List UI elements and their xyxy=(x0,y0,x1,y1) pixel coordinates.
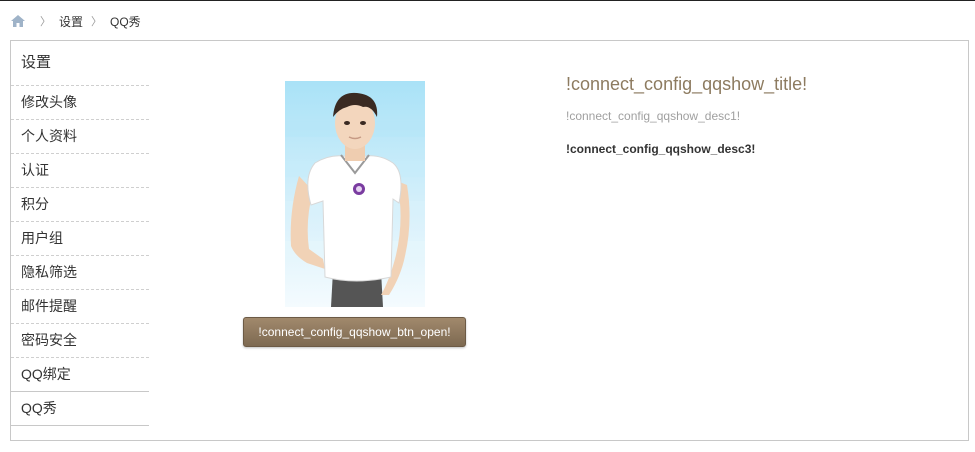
qqshow-description: !connect_config_qqshow_desc1! xyxy=(566,109,741,123)
qqshow-avatar-image xyxy=(285,81,425,307)
breadcrumb-settings-link[interactable]: 设置 xyxy=(59,13,83,30)
top-border xyxy=(0,0,975,1)
sidebar-title: 设置 xyxy=(11,41,149,86)
qqshow-title: !connect_config_qqshow_title! xyxy=(566,74,808,94)
sidebar-item-avatar[interactable]: 修改头像 xyxy=(11,86,149,120)
sidebar-item-verify[interactable]: 认证 xyxy=(11,154,149,188)
sidebar-item-profile[interactable]: 个人资料 xyxy=(11,120,149,154)
sidebar-item-usergroup[interactable]: 用户组 xyxy=(11,222,149,256)
qqshow-info: !connect_config_qqshow_title! !connect_c… xyxy=(566,72,956,157)
sidebar-item-password[interactable]: 密码安全 xyxy=(11,324,149,358)
qqshow-description-bold: !connect_config_qqshow_desc3! xyxy=(566,142,756,156)
home-icon[interactable] xyxy=(10,13,26,29)
sidebar-item-credits[interactable]: 积分 xyxy=(11,188,149,222)
sidebar-item-privacy[interactable]: 隐私筛选 xyxy=(11,256,149,290)
sidebar-item-email[interactable]: 邮件提醒 xyxy=(11,290,149,324)
settings-sidebar: 设置 修改头像 个人资料 认证 积分 用户组 隐私筛选 邮件提醒 密码安全 QQ… xyxy=(11,41,149,426)
breadcrumb: 〉 设置 〉 QQ秀 xyxy=(10,11,141,31)
breadcrumb-separator: 〉 xyxy=(40,16,51,28)
open-qqshow-button[interactable]: !connect_config_qqshow_btn_open! xyxy=(243,317,466,347)
sidebar-item-qqshow[interactable]: QQ秀 xyxy=(11,392,149,426)
breadcrumb-current: QQ秀 xyxy=(110,14,141,29)
sidebar-item-qq-bind[interactable]: QQ绑定 xyxy=(11,358,149,392)
main-panel: 设置 修改头像 个人资料 认证 积分 用户组 隐私筛选 邮件提醒 密码安全 QQ… xyxy=(10,40,969,441)
breadcrumb-separator: 〉 xyxy=(91,16,103,28)
